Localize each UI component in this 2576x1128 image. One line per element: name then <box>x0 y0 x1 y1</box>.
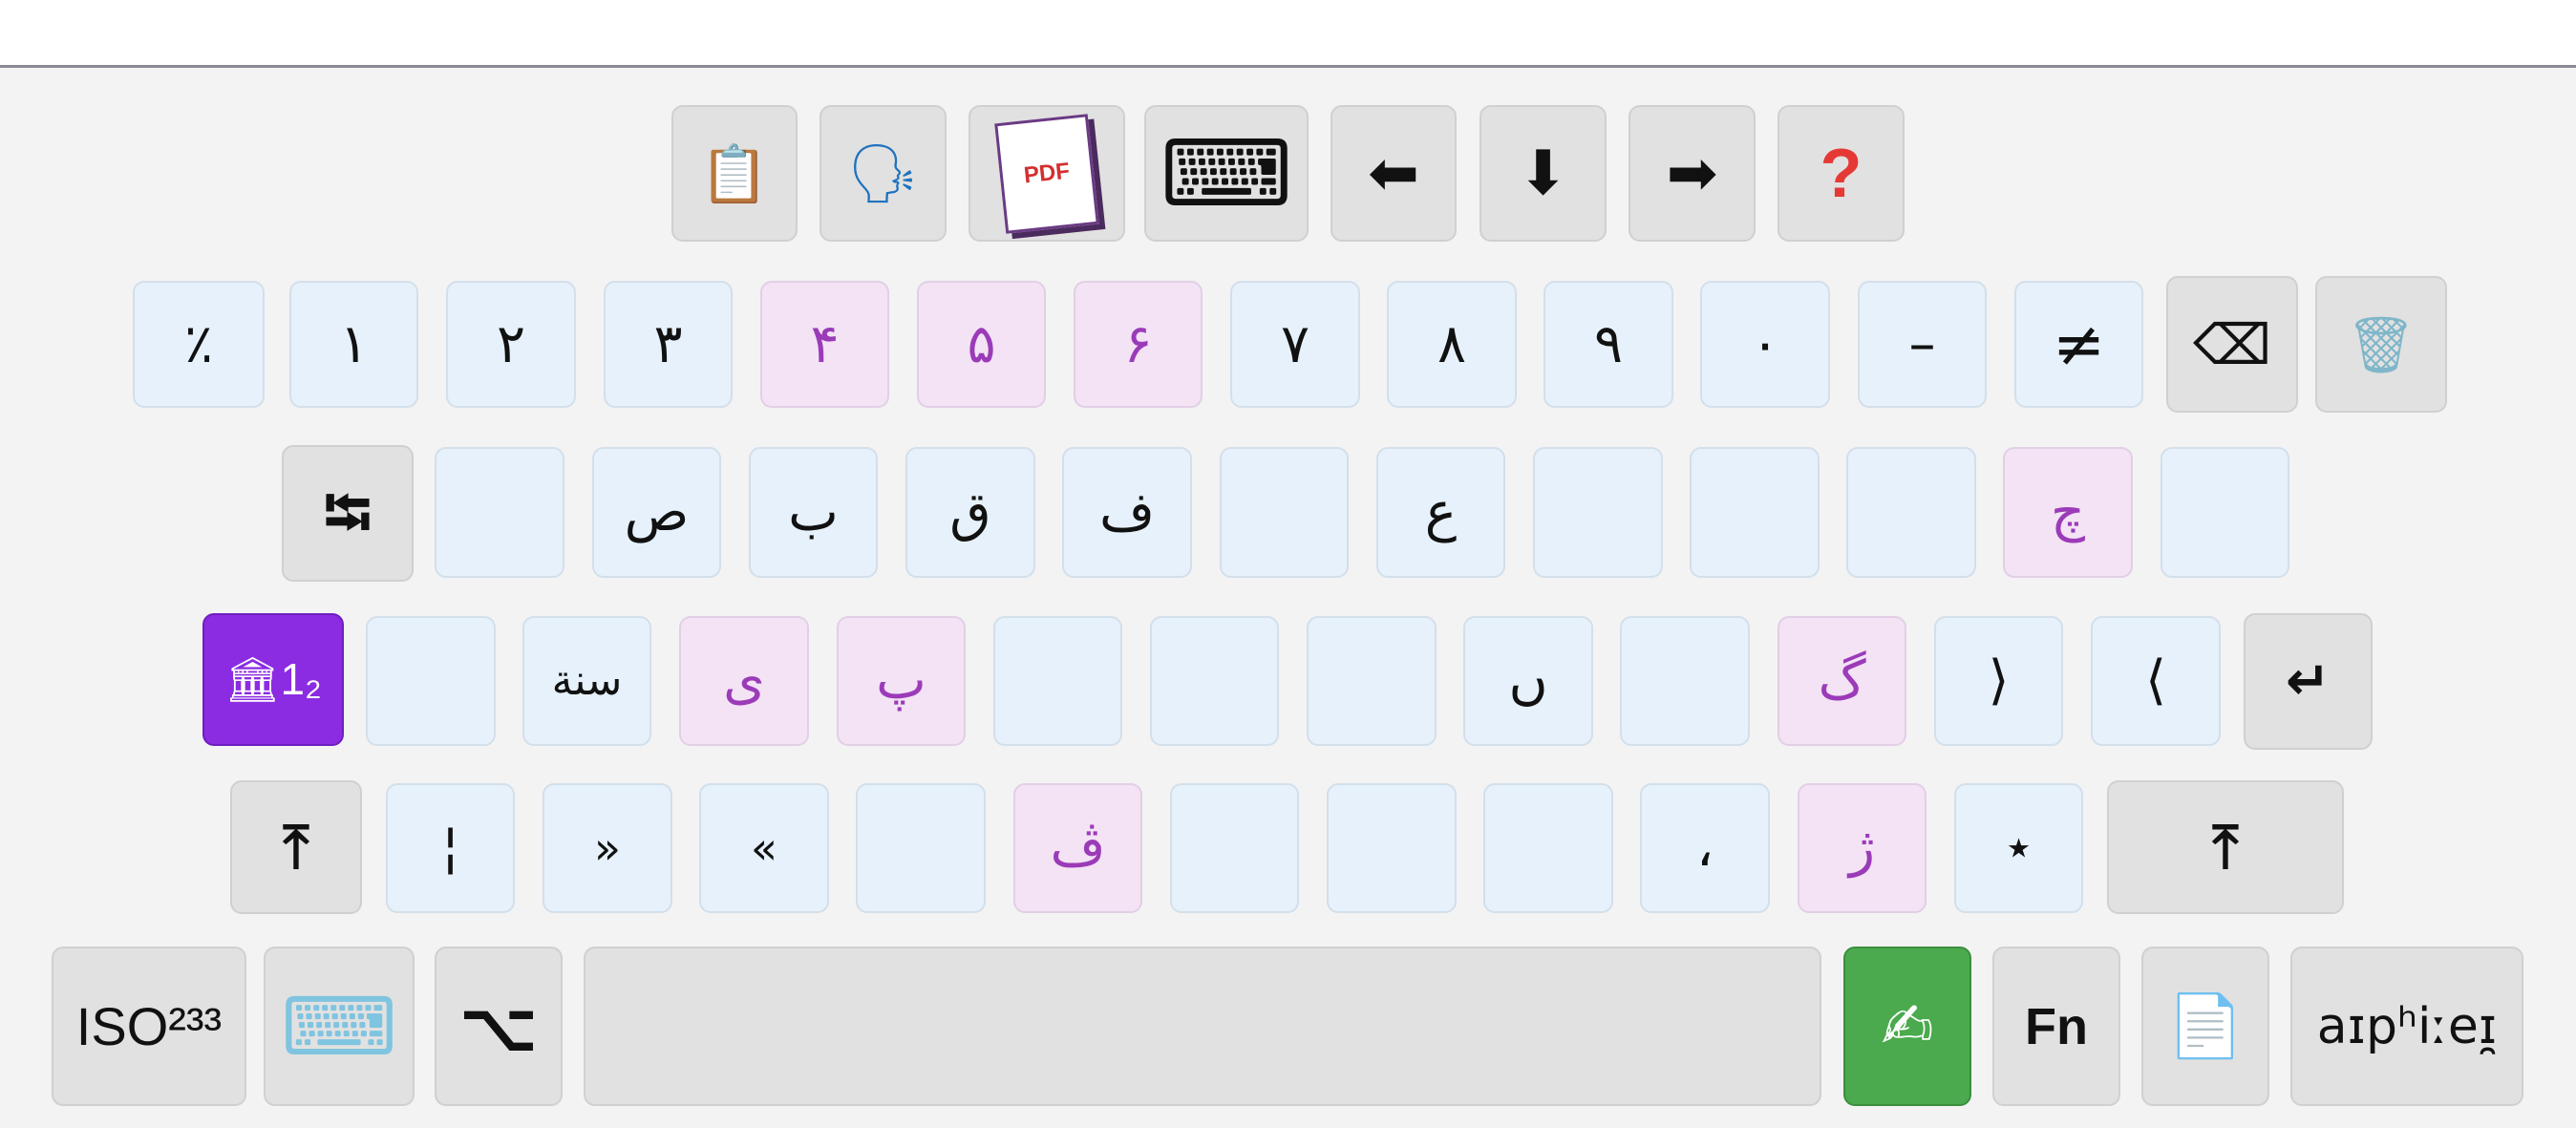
space-bar[interactable] <box>584 947 1821 1106</box>
key-row2-10[interactable] <box>1846 447 1976 578</box>
key-digit-2[interactable]: ٢ <box>446 281 576 408</box>
key-percent[interactable]: ٪ <box>133 281 265 408</box>
tab-icon: ⭾ <box>324 476 372 550</box>
cursor-right-button[interactable]: ➡ <box>1629 105 1756 242</box>
key-digit-1[interactable]: ١ <box>289 281 418 408</box>
fn-key[interactable]: Fn <box>1992 947 2120 1106</box>
trash-icon: 🗑 <box>2346 311 2416 377</box>
speaking-head-icon: 🗣 <box>846 139 920 207</box>
shift-left-key[interactable]: ⤒ <box>230 780 362 914</box>
key-right-guillemet[interactable]: » <box>543 783 672 913</box>
keyboard-icon: ⌨ <box>281 979 397 1074</box>
mode-toggle-key[interactable]: 🏛1₂ <box>202 613 344 746</box>
key-row3-6[interactable] <box>1150 616 1279 746</box>
key-row3-5[interactable] <box>993 616 1122 746</box>
key-digit-6[interactable]: ۶ <box>1074 281 1203 408</box>
key-left-angle-bracket[interactable]: ⟨ <box>2091 616 2221 746</box>
tab-key[interactable]: ⭾ <box>282 445 414 582</box>
key-row4-4[interactable] <box>856 783 986 913</box>
left-arrow-icon: ⬅ <box>1368 138 1419 209</box>
key-farsi-yeh[interactable]: ی <box>679 616 809 746</box>
shift-icon: ⤒ <box>2212 812 2239 882</box>
key-minus[interactable]: – <box>1858 281 1987 408</box>
text-output-area[interactable] <box>0 0 2576 68</box>
key-sad[interactable]: ص <box>592 447 721 578</box>
key-jeh[interactable]: ژ <box>1798 783 1927 913</box>
clear-all-key[interactable]: 🗑 <box>2315 276 2447 413</box>
option-icon: ⌥ <box>458 986 539 1067</box>
pdf-document-icon: PDF <box>994 113 1099 234</box>
key-row2-12[interactable] <box>2161 447 2289 578</box>
help-button[interactable]: ? <box>1778 105 1905 242</box>
key-qaf[interactable]: ق <box>905 447 1035 578</box>
key-ain[interactable]: ع <box>1376 447 1505 578</box>
key-row3-1[interactable] <box>366 616 496 746</box>
key-peh[interactable]: پ <box>837 616 966 746</box>
key-row3-7[interactable] <box>1307 616 1437 746</box>
key-row4-6[interactable] <box>1170 783 1299 913</box>
iso-layout-key[interactable]: ISO²³³ <box>52 947 246 1106</box>
key-veh[interactable]: ڤ <box>1013 783 1142 913</box>
pdf-button[interactable]: PDF <box>969 105 1125 242</box>
key-row2-1[interactable] <box>435 447 564 578</box>
key-sana[interactable]: سنة <box>522 616 651 746</box>
key-digit-4[interactable]: ۴ <box>760 281 889 408</box>
key-row3-9[interactable] <box>1620 616 1750 746</box>
key-gaf[interactable]: گ <box>1778 616 1906 746</box>
key-digit-0[interactable]: ٠ <box>1700 281 1830 408</box>
key-not-equal[interactable]: ≠ <box>2014 281 2143 408</box>
key-row2-6[interactable] <box>1220 447 1349 578</box>
document-key[interactable]: 📄 <box>2141 947 2269 1106</box>
cursor-left-button[interactable]: ⬅ <box>1331 105 1457 242</box>
clipboard-button[interactable]: 📋 <box>671 105 798 242</box>
down-arrow-icon: ⬇ <box>1517 138 1569 209</box>
handwriting-icon: ✍ <box>1881 989 1934 1063</box>
keyboard-switch-key[interactable]: ⌨ <box>264 947 415 1106</box>
key-digit-7[interactable]: ٧ <box>1230 281 1360 408</box>
alt-key[interactable]: ⌥ <box>435 947 563 1106</box>
handwriting-key[interactable]: ✍ <box>1843 947 1971 1106</box>
keyboard-icon: ⌨ <box>1160 119 1293 227</box>
key-digit-8[interactable]: ٨ <box>1387 281 1517 408</box>
key-arabic-comma[interactable]: ، <box>1640 783 1770 913</box>
ipa-key[interactable]: aɪpʰiːeɪ̯ <box>2290 947 2523 1106</box>
key-left-guillemet[interactable]: « <box>699 783 829 913</box>
key-feh[interactable]: ف <box>1062 447 1192 578</box>
clipboard-icon: 📋 <box>699 140 770 206</box>
document-icon: 📄 <box>2167 990 2244 1062</box>
question-mark-icon: ? <box>1820 135 1863 212</box>
key-digit-3[interactable]: ٣ <box>604 281 733 408</box>
key-noon-ghunna[interactable]: ں <box>1463 616 1593 746</box>
key-digit-5[interactable]: ۵ <box>917 281 1046 408</box>
key-row4-8[interactable] <box>1483 783 1613 913</box>
key-row4-7[interactable] <box>1327 783 1457 913</box>
cursor-down-button[interactable]: ⬇ <box>1480 105 1607 242</box>
key-digit-9[interactable]: ٩ <box>1543 281 1673 408</box>
key-tcheh[interactable]: چ <box>2003 447 2133 578</box>
key-star[interactable]: ⋆ <box>1954 783 2083 913</box>
key-row2-8[interactable] <box>1533 447 1663 578</box>
right-arrow-icon: ➡ <box>1666 138 1718 209</box>
key-broken-bar[interactable]: ¦ <box>386 783 515 913</box>
key-beh[interactable]: ب <box>749 447 878 578</box>
key-right-angle-bracket[interactable]: ⟩ <box>1934 616 2063 746</box>
enter-icon: ↵ <box>2286 649 2331 713</box>
speak-button[interactable]: 🗣 <box>820 105 947 242</box>
keyboard-layout-button[interactable]: ⌨ <box>1144 105 1309 242</box>
enter-key[interactable]: ↵ <box>2244 613 2373 750</box>
shift-icon: ⤒ <box>283 812 309 882</box>
backspace-key[interactable]: ⌫ <box>2166 276 2298 413</box>
backspace-icon: ⌫ <box>2192 311 2271 377</box>
layer-mode-icon: 🏛1₂ <box>224 654 322 704</box>
shift-right-key[interactable]: ⤒ <box>2107 780 2344 914</box>
key-row2-9[interactable] <box>1690 447 1820 578</box>
